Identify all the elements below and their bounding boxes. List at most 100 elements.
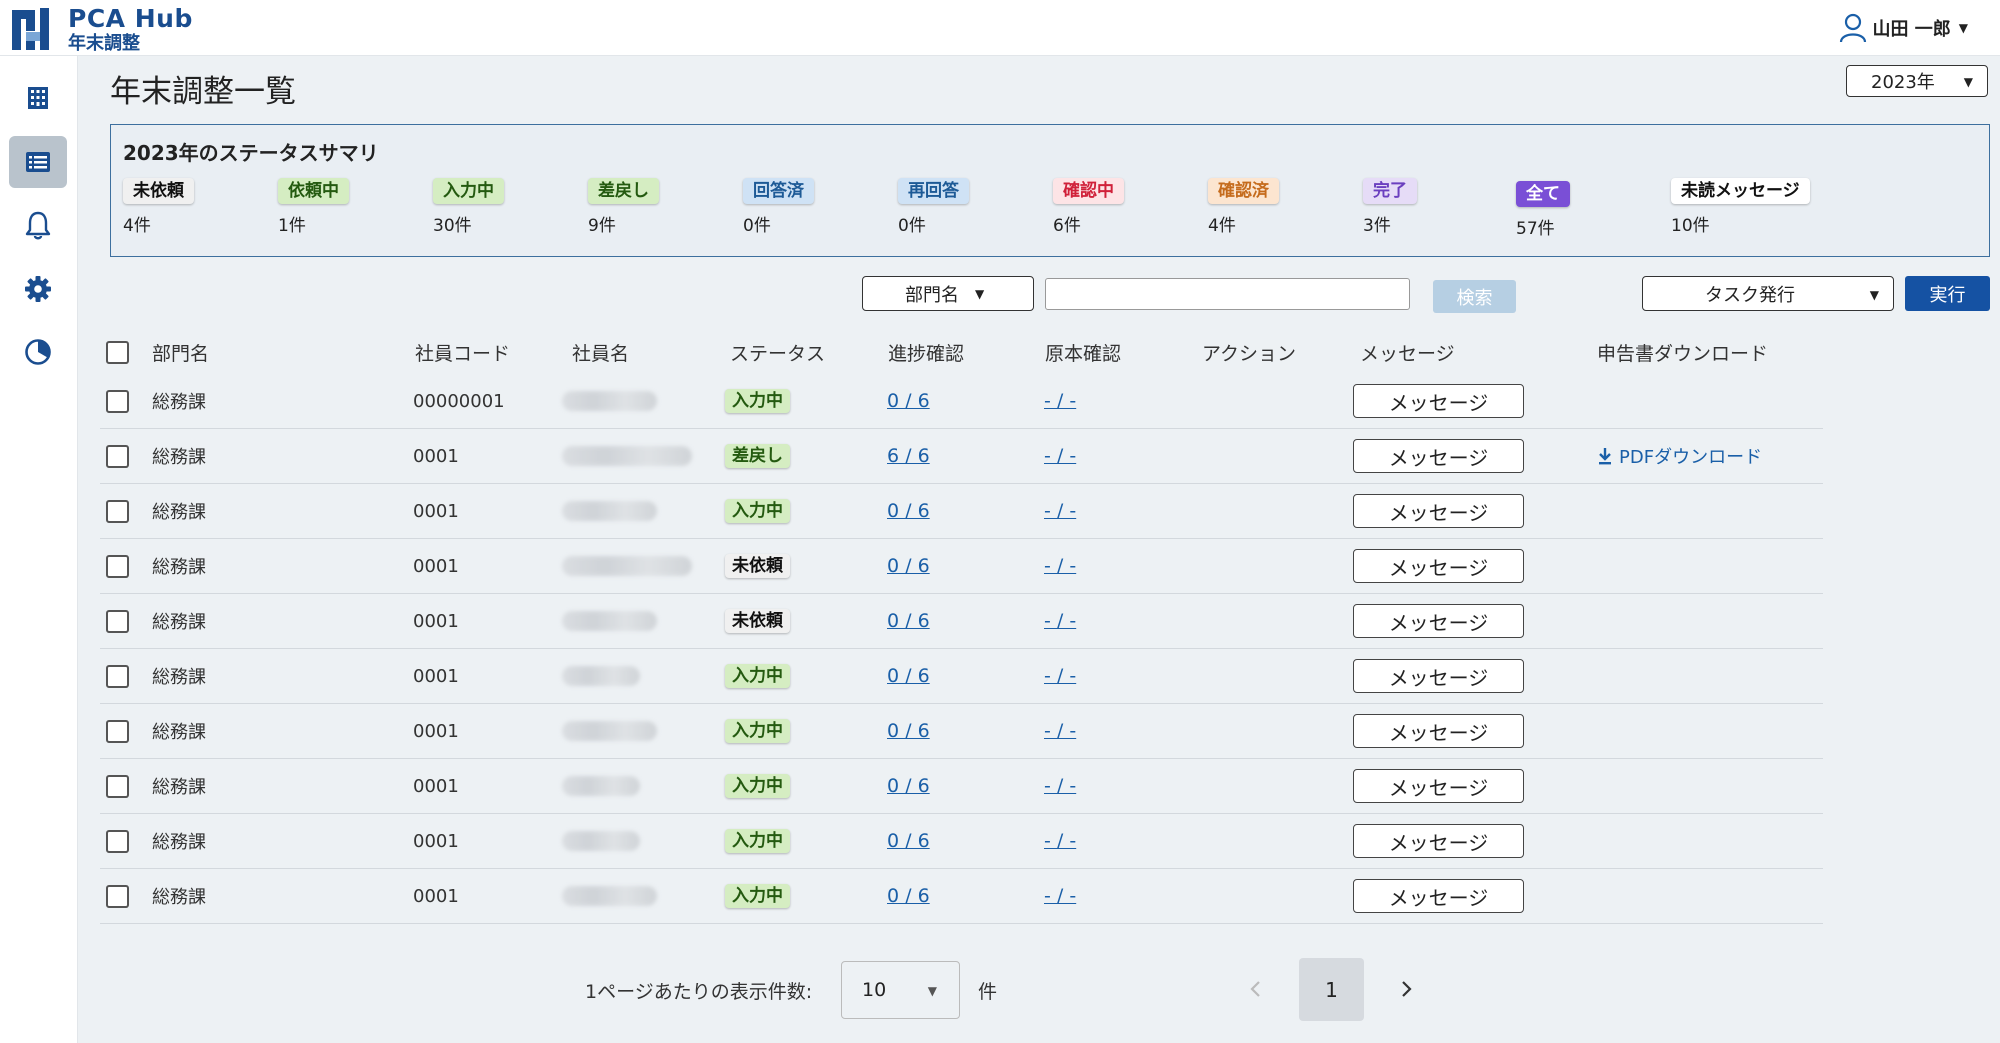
original-link[interactable]: - / -	[1044, 830, 1076, 852]
summary-item-muirai[interactable]: 未依頼 4件	[123, 178, 194, 236]
row-checkbox[interactable]	[106, 609, 129, 633]
row-checkbox[interactable]	[106, 774, 129, 798]
dept-filter-select[interactable]: 部門名 ▼	[862, 276, 1034, 311]
table-row: 総務課 0001 入力中 0 / 6 - / - メッセージ	[100, 814, 1823, 869]
progress-link[interactable]: 0 / 6	[887, 610, 930, 632]
employee-name-redacted	[562, 611, 657, 631]
status-badge: 入力中	[725, 664, 790, 688]
original-link[interactable]: - / -	[1044, 885, 1076, 907]
status-badge: 未依頼	[123, 178, 194, 204]
task-select[interactable]: タスク発行 ▼	[1642, 276, 1894, 311]
progress-link[interactable]: 0 / 6	[887, 390, 930, 412]
sidebar-item-notifications[interactable]	[9, 199, 67, 251]
original-link[interactable]: - / -	[1044, 665, 1076, 687]
search-input[interactable]	[1045, 278, 1410, 310]
bell-icon	[25, 211, 51, 240]
chevron-down-icon: ▼	[1958, 21, 1968, 35]
row-dept: 総務課	[152, 502, 206, 523]
progress-link[interactable]: 0 / 6	[887, 555, 930, 577]
row-checkbox[interactable]	[106, 389, 129, 413]
sidebar-item-settings[interactable]	[9, 263, 67, 315]
select-all-checkbox[interactable]	[106, 340, 129, 364]
progress-link[interactable]: 6 / 6	[887, 445, 930, 467]
message-button[interactable]: メッセージ	[1353, 659, 1524, 693]
next-page-button[interactable]	[1392, 971, 1422, 1007]
message-button[interactable]: メッセージ	[1353, 604, 1524, 638]
original-link[interactable]: - / -	[1044, 555, 1076, 577]
original-link[interactable]: - / -	[1044, 445, 1076, 467]
message-button[interactable]: メッセージ	[1353, 824, 1524, 858]
message-button[interactable]: メッセージ	[1353, 384, 1524, 418]
summary-item-subete[interactable]: 全て 57件	[1516, 181, 1570, 239]
message-button[interactable]: メッセージ	[1353, 439, 1524, 473]
progress-link[interactable]: 0 / 6	[887, 830, 930, 852]
page-title: 年末調整一覧	[110, 74, 296, 110]
message-button[interactable]: メッセージ	[1353, 879, 1524, 913]
chevron-right-icon	[1402, 981, 1412, 997]
row-checkbox[interactable]	[106, 444, 129, 468]
employee-table: 部門名 社員コード 社員名 ステータス 進捗確認 原本確認 アクション メッセー…	[100, 330, 1823, 924]
progress-link[interactable]: 0 / 6	[887, 500, 930, 522]
status-badge: 未読メッセージ	[1671, 178, 1810, 204]
original-link[interactable]: - / -	[1044, 500, 1076, 522]
summary-item-kaito[interactable]: 回答済 0件	[743, 178, 814, 236]
summary-item-irai[interactable]: 依頼中 1件	[278, 178, 349, 236]
user-menu[interactable]: 山田 一郎 ▼	[1838, 12, 1968, 44]
header-code[interactable]: 社員コード	[415, 330, 510, 374]
sidebar-item-reports[interactable]	[9, 326, 67, 378]
row-dept: 総務課	[152, 777, 206, 798]
app-logo[interactable]: PCA Hub 年末調整	[12, 6, 193, 53]
sidebar-item-list[interactable]	[9, 136, 67, 188]
row-checkbox[interactable]	[106, 719, 129, 743]
summary-item-saikaito[interactable]: 再回答 0件	[898, 178, 969, 236]
row-checkbox[interactable]	[106, 664, 129, 688]
row-dept: 総務課	[152, 887, 206, 908]
header-name[interactable]: 社員名	[572, 330, 629, 374]
summary-item-midoku[interactable]: 未読メッセージ 10件	[1671, 178, 1810, 236]
prev-page-button[interactable]	[1240, 971, 1270, 1007]
summary-item-sashimodoshi[interactable]: 差戻し 9件	[588, 178, 659, 236]
run-button[interactable]: 実行	[1905, 276, 1990, 311]
progress-link[interactable]: 0 / 6	[887, 720, 930, 742]
message-button[interactable]: メッセージ	[1353, 549, 1524, 583]
row-dept: 総務課	[152, 832, 206, 853]
original-link[interactable]: - / -	[1044, 610, 1076, 632]
original-link[interactable]: - / -	[1044, 390, 1076, 412]
original-link[interactable]: - / -	[1044, 720, 1076, 742]
row-checkbox[interactable]	[106, 554, 129, 578]
search-button[interactable]: 検索	[1433, 280, 1516, 313]
header-dept[interactable]: 部門名	[152, 330, 209, 374]
summary-item-nyuryoku[interactable]: 入力中 30件	[433, 178, 504, 236]
row-code: 00000001	[413, 390, 505, 412]
progress-link[interactable]: 0 / 6	[887, 775, 930, 797]
page-number-current[interactable]: 1	[1299, 958, 1364, 1021]
row-code: 0001	[413, 555, 459, 577]
message-button[interactable]: メッセージ	[1353, 494, 1524, 528]
summary-item-kakuninzumi[interactable]: 確認済 4件	[1208, 178, 1279, 236]
table-row: 総務課 0001 入力中 0 / 6 - / - メッセージ	[100, 484, 1823, 539]
pdf-download-link[interactable]: PDFダウンロード	[1597, 443, 1762, 469]
header-status[interactable]: ステータス	[730, 330, 825, 374]
summary-item-kanryo[interactable]: 完了 3件	[1363, 178, 1417, 236]
progress-link[interactable]: 0 / 6	[887, 885, 930, 907]
message-button[interactable]: メッセージ	[1353, 714, 1524, 748]
progress-link[interactable]: 0 / 6	[887, 665, 930, 687]
message-button[interactable]: メッセージ	[1353, 769, 1524, 803]
row-checkbox[interactable]	[106, 499, 129, 523]
row-code: 0001	[413, 445, 459, 467]
summary-count: 4件	[123, 216, 151, 236]
per-page-select[interactable]: 10 ▼	[841, 961, 960, 1019]
year-select-value: 2023年	[1871, 72, 1935, 93]
user-name: 山田 一郎	[1872, 19, 1951, 40]
sidebar-item-home[interactable]	[9, 72, 67, 124]
year-select[interactable]: 2023年 ▼	[1846, 65, 1988, 97]
summary-count: 3件	[1363, 216, 1391, 236]
original-link[interactable]: - / -	[1044, 775, 1076, 797]
row-checkbox[interactable]	[106, 884, 129, 908]
summary-item-kakuninchu[interactable]: 確認中 6件	[1053, 178, 1124, 236]
user-icon	[1840, 13, 1867, 43]
header-message: メッセージ	[1360, 342, 1455, 365]
status-badge: 入力中	[725, 774, 790, 798]
row-checkbox[interactable]	[106, 829, 129, 853]
summary-count: 0件	[898, 216, 926, 236]
